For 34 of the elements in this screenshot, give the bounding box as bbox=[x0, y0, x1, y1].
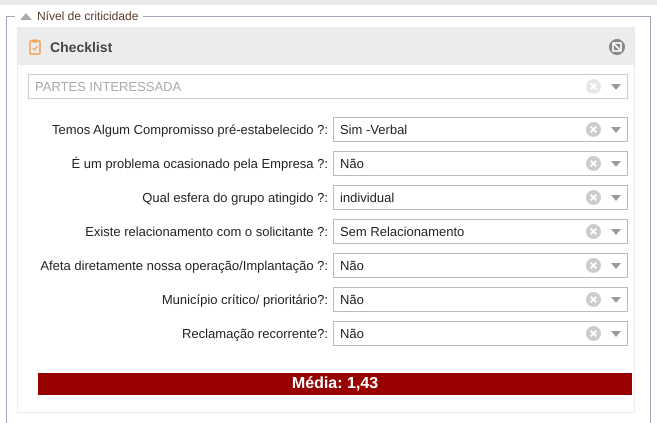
collapse-triangle-icon[interactable] bbox=[20, 12, 32, 20]
average-bar: Média: 1,43 bbox=[38, 373, 632, 395]
clear-icon[interactable] bbox=[586, 224, 601, 239]
question-label: Existe relacionamento com o solicitante ?: bbox=[84, 224, 328, 239]
clear-icon[interactable] bbox=[586, 122, 601, 137]
caret-icon[interactable] bbox=[611, 194, 621, 200]
question-label: Qual esfera do grupo atingido ?: bbox=[141, 190, 328, 205]
select-field[interactable]: Não bbox=[333, 287, 628, 312]
clear-icon[interactable] bbox=[586, 258, 601, 273]
select-field[interactable]: Sim -Verbal bbox=[333, 117, 628, 142]
select-field[interactable]: Sem Relacionamento bbox=[333, 219, 628, 244]
clipboard-icon bbox=[29, 38, 41, 54]
select-field[interactable]: individual bbox=[333, 185, 628, 210]
question-label: Reclamação recorrente?: bbox=[181, 326, 328, 341]
question-label: É um problema ocasionado pela Empresa ?: bbox=[70, 156, 328, 171]
question-label: Afeta diretamente nossa operação/Implantação ?: bbox=[39, 258, 328, 273]
caret-icon[interactable] bbox=[611, 228, 621, 234]
caret-icon[interactable] bbox=[611, 262, 621, 268]
fieldset-legend: Nível de criticidade bbox=[37, 9, 138, 23]
caret-icon[interactable] bbox=[611, 296, 621, 302]
clear-icon[interactable] bbox=[586, 190, 601, 205]
caret-icon[interactable] bbox=[611, 330, 621, 336]
disable-icon[interactable] bbox=[609, 38, 625, 54]
clear-icon[interactable] bbox=[586, 156, 601, 171]
select-field[interactable]: Não bbox=[333, 253, 628, 278]
clear-icon[interactable] bbox=[586, 326, 601, 341]
select-field[interactable]: Não bbox=[333, 151, 628, 176]
question-label: Município crítico/ prioritário?: bbox=[160, 292, 328, 307]
caret-icon[interactable] bbox=[611, 160, 621, 166]
select-field[interactable]: Não bbox=[333, 321, 628, 346]
panel-title: Checklist bbox=[50, 38, 114, 54]
caret-icon[interactable] bbox=[611, 126, 621, 132]
question-label: Temos Algum Compromisso pré-estabelecido ?: bbox=[50, 122, 328, 137]
clear-icon[interactable] bbox=[586, 292, 601, 307]
